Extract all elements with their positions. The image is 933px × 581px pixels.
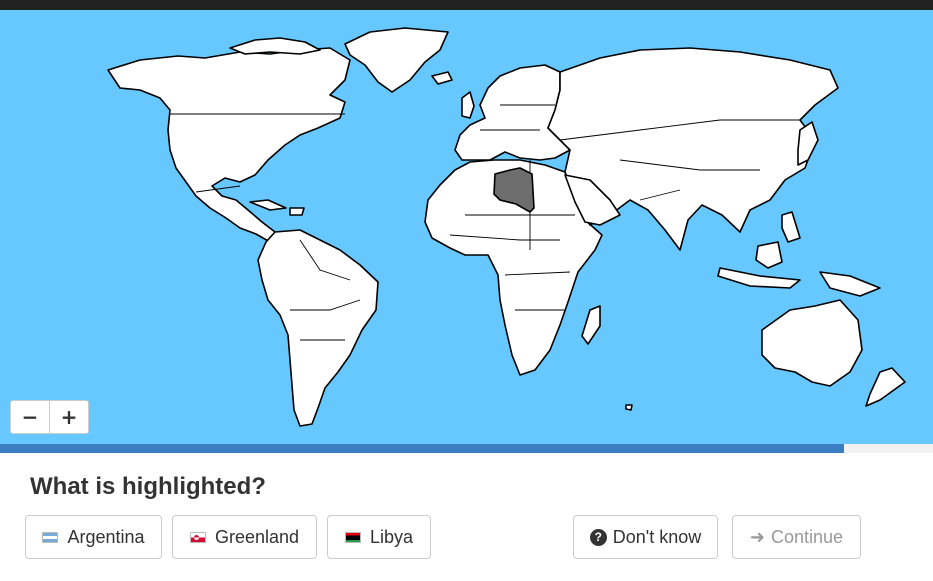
madagascar bbox=[581, 305, 601, 345]
continue-label: Continue bbox=[771, 526, 844, 547]
question-circle-icon: ? bbox=[589, 528, 607, 546]
arctic-islands bbox=[229, 37, 321, 55]
question-text: What is highlighted? bbox=[30, 473, 266, 500]
dont-know-label: Don't know bbox=[612, 526, 702, 547]
progress-bar bbox=[0, 444, 933, 453]
top-bar bbox=[0, 0, 933, 10]
answer-label: Libya bbox=[369, 526, 414, 547]
zoom-controls: − + bbox=[10, 400, 89, 434]
world-map-svg bbox=[107, 27, 906, 427]
borneo bbox=[755, 241, 783, 269]
argentina-flag-icon bbox=[42, 531, 59, 543]
hispaniola bbox=[289, 207, 305, 216]
libya-flag-icon bbox=[344, 531, 361, 543]
new-guinea bbox=[819, 271, 881, 297]
continue-button[interactable]: ➜ Continue bbox=[732, 515, 861, 559]
cuba bbox=[249, 199, 287, 211]
dont-know-button[interactable]: ? Don't know bbox=[573, 515, 718, 559]
arrow-right-icon: ➜ bbox=[749, 526, 766, 548]
progress-bar-fill bbox=[0, 444, 845, 453]
world-map[interactable] bbox=[0, 10, 933, 444]
north-america[interactable] bbox=[107, 47, 351, 243]
answer-button-greenland[interactable]: Greenland bbox=[172, 515, 317, 559]
japan bbox=[797, 121, 819, 166]
answer-label: Argentina bbox=[67, 526, 145, 547]
australia[interactable] bbox=[761, 299, 863, 387]
answer-button-argentina[interactable]: Argentina bbox=[25, 515, 162, 559]
zoom-out-button[interactable]: − bbox=[11, 401, 49, 433]
zoom-in-button[interactable]: + bbox=[49, 401, 88, 433]
greenland-flag-icon bbox=[189, 531, 206, 543]
philippines bbox=[781, 211, 801, 243]
greenland[interactable] bbox=[344, 27, 449, 93]
tasmania bbox=[625, 404, 633, 411]
answer-label: Greenland bbox=[214, 526, 300, 547]
south-america[interactable] bbox=[257, 229, 379, 427]
iceland bbox=[431, 71, 453, 85]
new-zealand bbox=[865, 367, 906, 407]
answer-button-libya[interactable]: Libya bbox=[327, 515, 431, 559]
indonesia bbox=[717, 267, 801, 289]
great-britain bbox=[461, 91, 475, 119]
